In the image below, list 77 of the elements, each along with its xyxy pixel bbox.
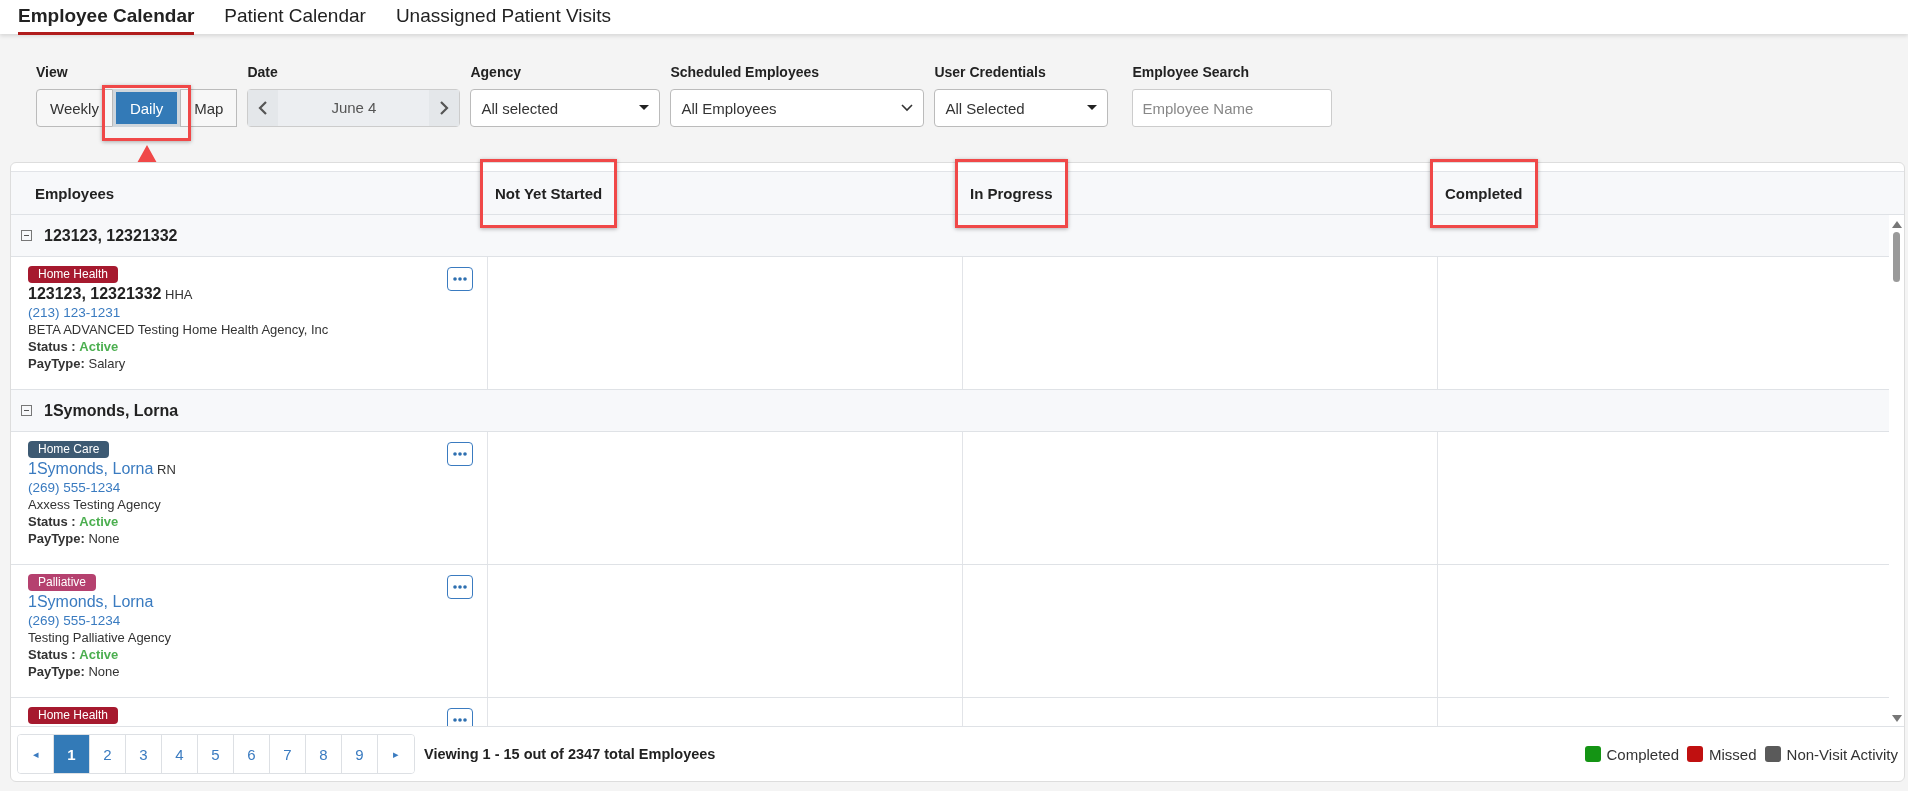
page-button[interactable]: 1 [54,735,90,773]
more-options-button[interactable] [447,575,473,599]
scroll-up-icon [1891,221,1902,228]
paytype-value: Salary [88,356,126,371]
status-value: Active [79,514,119,529]
more-options-button[interactable] [447,708,473,726]
dropdown[interactable]: All Employees [670,89,925,127]
agency-name: Testing Palliative Agency [28,630,173,645]
pagination[interactable]: ◂ 1 2 3 4 5 6 7 8 9 ▸ [17,734,415,774]
column-header: Not Yet Started [495,184,603,202]
ellipsis-icon [453,277,467,281]
caret-down-icon [639,105,650,111]
tab[interactable]: Unassigned Patient Visits [395,0,611,35]
agency-tag: Palliative [28,574,97,591]
filter-label: Agency [470,64,522,81]
column-header: Employees [35,184,115,202]
group-name: 1Symonds, Lorna [44,401,179,420]
ellipsis-icon [453,452,467,456]
employee-name: 123123, 12321332 [28,285,162,302]
status-label: Status : [28,647,76,662]
view-button[interactable]: Map [180,89,238,127]
phone-number: (269) 555-1234 [28,480,122,495]
legend-label: Completed [1606,745,1680,763]
ellipsis-icon [453,585,467,589]
previous-day-button[interactable] [248,90,279,126]
paytype-label: PayType: [28,531,85,546]
agency-tag: Home Care [28,441,110,458]
column-header: Completed [1445,184,1523,202]
phone-number: (213) 123-1231 [28,305,122,320]
scroll-thumb[interactable] [1893,232,1900,282]
tab[interactable]: Patient Calendar [224,0,366,35]
chevron-left-icon [258,100,269,116]
more-options-button[interactable] [447,442,473,466]
paytype-label: PayType: [28,664,85,679]
filter-label: Employee Search [1132,64,1251,81]
agency-tag: Home Health [28,707,119,724]
phone-number: (269) 555-1234 [28,613,122,628]
legend-label: Missed [1709,745,1757,763]
column-header: In Progress [970,184,1053,202]
caret-down-icon [1087,105,1098,111]
credential: HHA [165,287,193,302]
more-options-button[interactable] [447,267,473,291]
date-picker[interactable]: June 4 [247,89,461,127]
paytype-label: PayType: [28,356,85,371]
next-day-button[interactable] [429,90,460,126]
chevron-right-icon [439,100,450,116]
employee-search-field[interactable]: Employee Name [1132,89,1333,127]
filter-label: Scheduled Employees [670,64,821,81]
legend-label: Non-Visit Activity [1786,745,1898,763]
group-name: 123123, 12321332 [44,226,178,245]
status-label: Status : [28,514,76,529]
status-value: Active [79,339,119,354]
employee-name-link[interactable]: 1Symonds, Lorna [28,460,154,477]
paytype-value: None [88,531,120,546]
status-value: Active [79,647,119,662]
filter-label: View [36,64,69,81]
tab[interactable]: Employee Calendar [18,0,195,35]
status-label: Status : [28,339,76,354]
scroll-down-icon [1891,715,1902,722]
agency-name: BETA ADVANCED Testing Home Health Agency, Inc [28,322,330,337]
filter-label: User Credentials [934,64,1047,81]
credential: RN [157,462,176,477]
previous-page-button[interactable]: ◂ [18,735,54,773]
collapse-icon[interactable] [21,230,32,241]
employee-name-link[interactable]: 1Symonds, Lorna [28,593,154,610]
ellipsis-icon [453,718,467,722]
agency-tag: Home Health [28,266,119,283]
agency-name: Axxess Testing Agency [28,497,162,512]
view-button[interactable]: Daily [112,89,181,127]
filter-label: Date [247,64,279,81]
viewing-summary: Viewing 1 - 15 out of 2347 total Employees [424,746,716,762]
paytype-value: None [88,664,120,679]
collapse-icon[interactable] [21,405,32,416]
dropdown[interactable]: All Selected [934,89,1109,127]
chevron-down-icon [901,104,914,112]
dropdown[interactable]: All selected [470,89,661,127]
view-button[interactable]: Weekly [36,89,113,127]
